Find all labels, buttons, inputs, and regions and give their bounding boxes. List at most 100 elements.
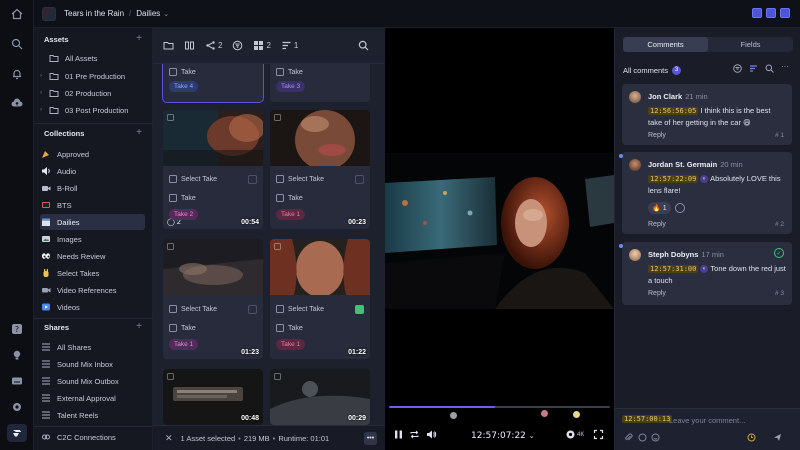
sidebar-item-sound-mix-outbox[interactable]: Sound Mix Outbox (40, 373, 145, 389)
toggle-right-panel-icon[interactable] (780, 8, 790, 18)
avatar[interactable] (629, 249, 641, 261)
help-icon[interactable]: ? (8, 320, 26, 338)
avatar[interactable] (572, 410, 581, 419)
reaction-chip[interactable]: 🔥 1 (648, 202, 671, 214)
search-icon[interactable] (8, 35, 26, 53)
video-thumbnail[interactable] (163, 110, 263, 166)
video-thumbnail[interactable] (270, 239, 370, 295)
comment-timecode[interactable]: 12:56:56:05 (648, 107, 699, 115)
emoji-icon[interactable] (651, 433, 660, 442)
sort-button[interactable]: 1 (281, 40, 298, 51)
sidebar-item-production[interactable]: › 02 Production (40, 85, 145, 101)
take-tag[interactable]: Take 2 (169, 209, 199, 220)
take-tag[interactable]: Take 4 (169, 81, 199, 92)
timecode-display[interactable]: 12:57:07:22 ⌄ (471, 431, 535, 441)
add-share-button[interactable]: + (136, 322, 142, 332)
toggle-middle-panel-icon[interactable] (766, 8, 776, 18)
sidebar-item-c2c-connections[interactable]: C2C Connections (40, 429, 145, 445)
frameio-logo[interactable] (7, 424, 27, 442)
reply-button[interactable]: Reply (648, 132, 666, 139)
avatar[interactable] (629, 159, 641, 171)
sidebar-item-all-assets[interactable]: All Assets (40, 50, 145, 66)
avatar[interactable] (449, 411, 458, 420)
composer-timecode[interactable]: 12:57:00:13 (622, 415, 673, 423)
asset-checkbox[interactable] (274, 114, 281, 121)
video-thumbnail[interactable] (270, 110, 370, 166)
toggle-left-panel-icon[interactable] (752, 8, 762, 18)
cloud-upload-icon[interactable] (8, 94, 26, 112)
asset-checkbox[interactable] (167, 373, 174, 380)
take-tag[interactable]: Take 3 (276, 81, 306, 92)
home-icon[interactable] (8, 5, 26, 23)
asset-checkbox[interactable] (167, 114, 174, 121)
select-take-checkbox[interactable] (248, 304, 257, 314)
sidebar-item-external-approval[interactable]: External Approval (40, 390, 145, 406)
asset-checkbox[interactable] (167, 243, 174, 250)
sidebar-item-post-production[interactable]: › 03 Post Production (40, 102, 145, 118)
attachment-icon[interactable] (624, 433, 633, 442)
avatar[interactable] (629, 91, 641, 103)
chevron-down-icon[interactable]: ⌄ (163, 10, 169, 18)
sidebar-item-dailies[interactable]: Dailies (40, 214, 145, 230)
comment-card[interactable]: Jon Clark 21 min 12:56:56:05 I think this… (622, 84, 792, 145)
sidebar-item-b-roll[interactable]: B-Roll (40, 180, 145, 196)
bell-icon[interactable] (8, 65, 26, 83)
sort-icon[interactable] (749, 64, 758, 73)
select-take-checkbox[interactable] (248, 174, 257, 184)
comment-input[interactable] (669, 413, 789, 427)
add-asset-button[interactable]: + (136, 34, 142, 44)
chevron-right-icon[interactable]: › (40, 107, 48, 113)
comment-card[interactable]: Jordan St. Germain 20 min 12:57:22:09 ◐ A… (619, 152, 792, 234)
volume-icon[interactable] (426, 429, 437, 440)
group-by-button[interactable]: 2 (205, 40, 222, 51)
sidebar-item-bts[interactable]: BTS (40, 197, 145, 213)
columns-icon[interactable] (184, 40, 195, 51)
project-thumbnail[interactable] (42, 6, 56, 21)
reply-button[interactable]: Reply (648, 221, 666, 228)
settings-icon[interactable] (8, 398, 26, 416)
timeline-scrubber[interactable] (389, 406, 610, 408)
sidebar-item-approved[interactable]: Approved (40, 146, 145, 162)
chevron-right-icon[interactable]: › (40, 73, 48, 79)
sidebar-item-talent-reels[interactable]: Talent Reels (40, 407, 145, 423)
more-icon[interactable]: ··· (781, 62, 789, 71)
grid-view-button[interactable]: 2 (253, 40, 271, 51)
search-icon[interactable] (358, 40, 369, 51)
timestamp-toggle-icon[interactable] (747, 433, 756, 442)
tab-comments[interactable]: Comments (623, 37, 708, 52)
take-tag[interactable]: Take 1 (276, 339, 306, 350)
sidebar-item-needs-review[interactable]: Needs Review (40, 248, 145, 264)
breadcrumb-current[interactable]: Dailies (136, 9, 160, 18)
select-take-checkbox[interactable] (355, 304, 364, 314)
sidebar-item-audio[interactable]: Audio (40, 163, 145, 179)
lightbulb-icon[interactable] (8, 346, 26, 364)
sidebar-item-images[interactable]: Images (40, 231, 145, 247)
more-actions-button[interactable]: ••• (364, 432, 377, 445)
sidebar-item-pre-production[interactable]: › 01 Pre Production (40, 68, 145, 84)
send-icon[interactable] (773, 433, 782, 442)
sidebar-item-sound-mix-inbox[interactable]: Sound Mix Inbox (40, 356, 145, 372)
video-frame[interactable] (385, 153, 614, 309)
chevron-right-icon[interactable]: › (40, 90, 48, 96)
asset-checkbox[interactable] (274, 243, 281, 250)
add-collection-button[interactable]: + (136, 128, 142, 138)
take-tag[interactable]: Take 1 (276, 209, 306, 220)
folder-icon[interactable] (163, 40, 174, 51)
pause-icon[interactable] (393, 429, 404, 440)
asset-card[interactable]: 01:23 Select Take Take Take 1 (163, 239, 263, 359)
asset-card[interactable]: 00:23 Select Take Take Take 1 (270, 110, 370, 229)
comment-card[interactable]: Steph Dobyns 17 min ✓ 12:57:31:00 ◐ Tone … (619, 242, 792, 305)
quality-badge[interactable]: 4K (577, 432, 584, 438)
keyboard-icon[interactable] (8, 372, 26, 390)
search-icon[interactable] (765, 64, 774, 73)
take-tag[interactable]: Take 1 (169, 339, 199, 350)
asset-card[interactable]: 00:48 (163, 369, 263, 425)
asset-card[interactable]: 01:22 Select Take Take Take 1 (270, 239, 370, 359)
fullscreen-icon[interactable] (593, 429, 604, 440)
asset-checkbox[interactable] (274, 373, 281, 380)
comment-timecode[interactable]: 12:57:22:09 (648, 175, 699, 183)
resolve-check-icon[interactable]: ✓ (774, 248, 784, 258)
draw-icon[interactable] (638, 433, 647, 442)
filter-icon[interactable] (232, 40, 243, 51)
clear-selection-icon[interactable]: ✕ (165, 433, 173, 444)
